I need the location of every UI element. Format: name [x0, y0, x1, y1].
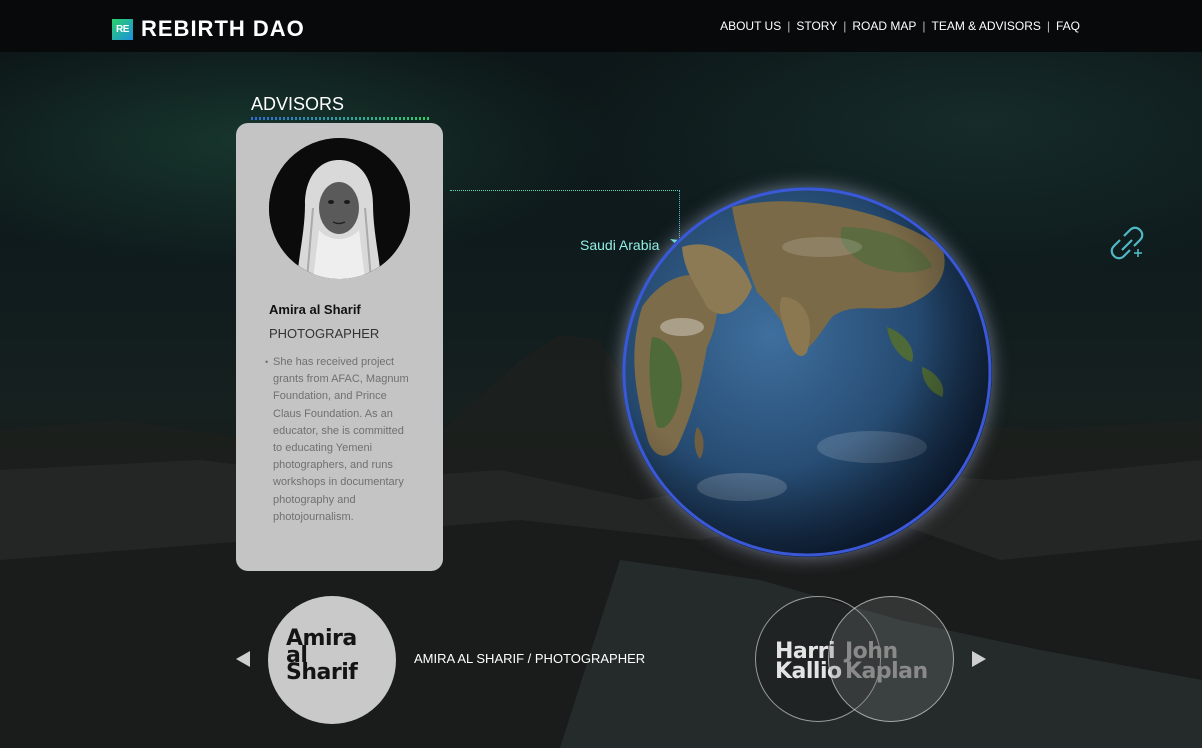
- advisor-name: Amira al Sharif: [269, 302, 361, 317]
- link-add-icon[interactable]: [1108, 226, 1144, 260]
- advisor-bio-text: She has received project grants from AFA…: [273, 356, 409, 523]
- section-title-underline: [251, 117, 429, 120]
- nav-story[interactable]: STORY: [796, 19, 837, 33]
- active-thumb-name: Amira al Sharif: [286, 628, 386, 685]
- carousel-active-thumb[interactable]: Amira al Sharif: [268, 596, 396, 724]
- location-label: Saudi Arabia: [580, 237, 660, 253]
- nav-road-map[interactable]: ROAD MAP: [852, 19, 916, 33]
- nav-separator: |: [843, 19, 847, 33]
- nav-separator: |: [787, 19, 791, 33]
- advisor-role: PHOTOGRAPHER: [269, 326, 380, 341]
- section-title: ADVISORS: [251, 94, 345, 114]
- carousel-prev-arrow-icon[interactable]: [236, 651, 250, 667]
- nav-faq[interactable]: FAQ: [1056, 19, 1080, 33]
- bio-bullet: •: [265, 357, 269, 367]
- nav-separator: |: [1046, 19, 1050, 33]
- brand-name: REBIRTH DAO: [141, 16, 305, 41]
- advisor-bio: • She has received project grants from A…: [265, 354, 410, 526]
- nav-separator: |: [922, 19, 926, 33]
- advisor-avatar: [269, 138, 410, 279]
- thumb-name: John Kaplan: [845, 641, 928, 684]
- earth-globe[interactable]: [622, 187, 992, 557]
- main-nav: ABOUT US | STORY | ROAD MAP | TEAM & ADV…: [720, 19, 1080, 33]
- logo-mark-icon: RE: [112, 18, 133, 40]
- thumb-name-line: Kaplan: [845, 659, 928, 684]
- active-thumb-name-line: Sharif: [286, 660, 358, 685]
- nav-team-advisors[interactable]: TEAM & ADVISORS: [932, 19, 1041, 33]
- carousel-thumb-john-kaplan[interactable]: John Kaplan: [828, 596, 954, 722]
- connector-line: [450, 190, 680, 191]
- top-header: RE REBIRTH DAO ABOUT US | STORY | ROAD M…: [0, 0, 1202, 52]
- background-landscape: [0, 335, 1202, 748]
- connector-line-vertical: [679, 190, 680, 242]
- brand-logo[interactable]: RE REBIRTH DAO: [112, 16, 305, 42]
- carousel-caption: AMIRA AL SHARIF / PHOTOGRAPHER: [414, 651, 646, 666]
- carousel-next-arrow-icon[interactable]: [972, 651, 986, 667]
- nav-about-us[interactable]: ABOUT US: [720, 19, 781, 33]
- advisor-card: Amira al Sharif PHOTOGRAPHER • She has r…: [236, 123, 443, 571]
